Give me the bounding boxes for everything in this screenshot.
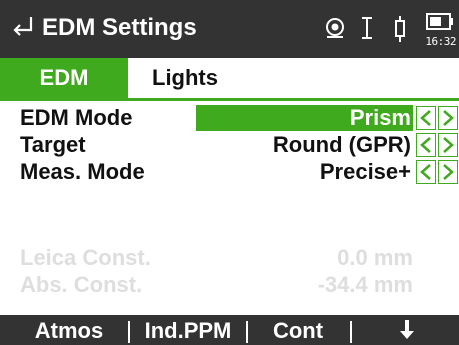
target-prev-arrow-icon[interactable] [416, 133, 436, 157]
target-next-arrow-icon[interactable] [438, 133, 458, 157]
tab-lights[interactable]: Lights [130, 58, 240, 98]
meas-mode-label: Meas. Mode [20, 159, 145, 184]
meas-mode-next-arrow-icon[interactable] [438, 160, 458, 184]
tab-edm[interactable]: EDM [0, 58, 128, 98]
clock: 16:32 [425, 35, 456, 48]
softkey-divider [128, 321, 130, 343]
cont-softkey[interactable]: Cont [250, 315, 346, 345]
softkey-divider [350, 321, 352, 343]
ind-ppm-softkey[interactable]: Ind.PPM [132, 315, 244, 345]
tab-underline [0, 98, 459, 101]
meas-mode-value[interactable]: Precise+ [320, 159, 413, 185]
target-label: Target [20, 132, 86, 157]
abs-const-row: Abs. Const. -34.4 mm [0, 272, 459, 298]
prism-target-icon [322, 15, 348, 46]
edm-mode-value[interactable]: Prism [196, 105, 413, 131]
edm-mode-prev-arrow-icon[interactable] [416, 106, 436, 130]
abs-const-value: -34.4 mm [317, 272, 413, 297]
edm-mode-row[interactable]: EDM Mode Prism [0, 105, 459, 131]
page-title: EDM Settings [42, 14, 197, 41]
atmos-softkey[interactable]: Atmos [14, 315, 124, 345]
abs-const-label: Abs. Const. [20, 272, 143, 297]
edm-mode-next-arrow-icon[interactable] [438, 106, 458, 130]
edm-mode-label: EDM Mode [20, 105, 133, 130]
meas-mode-prev-arrow-icon[interactable] [416, 160, 436, 184]
leica-const-value: 0.0 mm [337, 245, 413, 270]
leica-const-row: Leica Const. 0.0 mm [0, 245, 459, 271]
target-value[interactable]: Round (GPR) [273, 132, 413, 158]
meas-mode-row[interactable]: Meas. Mode Precise+ [0, 159, 459, 185]
tab-bar: EDM Lights [0, 58, 459, 98]
scroll-down-arrow-icon [399, 320, 414, 339]
scroll-down-softkey[interactable] [354, 315, 459, 345]
softkey-divider [246, 321, 248, 343]
leica-const-label: Leica Const. [20, 245, 151, 270]
laser-pointer-icon [392, 15, 408, 48]
back-arrow-icon[interactable] [10, 14, 36, 40]
softkey-bar: Atmos Ind.PPM Cont [0, 315, 459, 345]
measure-cursor-icon [358, 15, 376, 46]
target-row[interactable]: Target Round (GPR) [0, 132, 459, 158]
title-bar: EDM Settings 16:32 [0, 0, 459, 58]
